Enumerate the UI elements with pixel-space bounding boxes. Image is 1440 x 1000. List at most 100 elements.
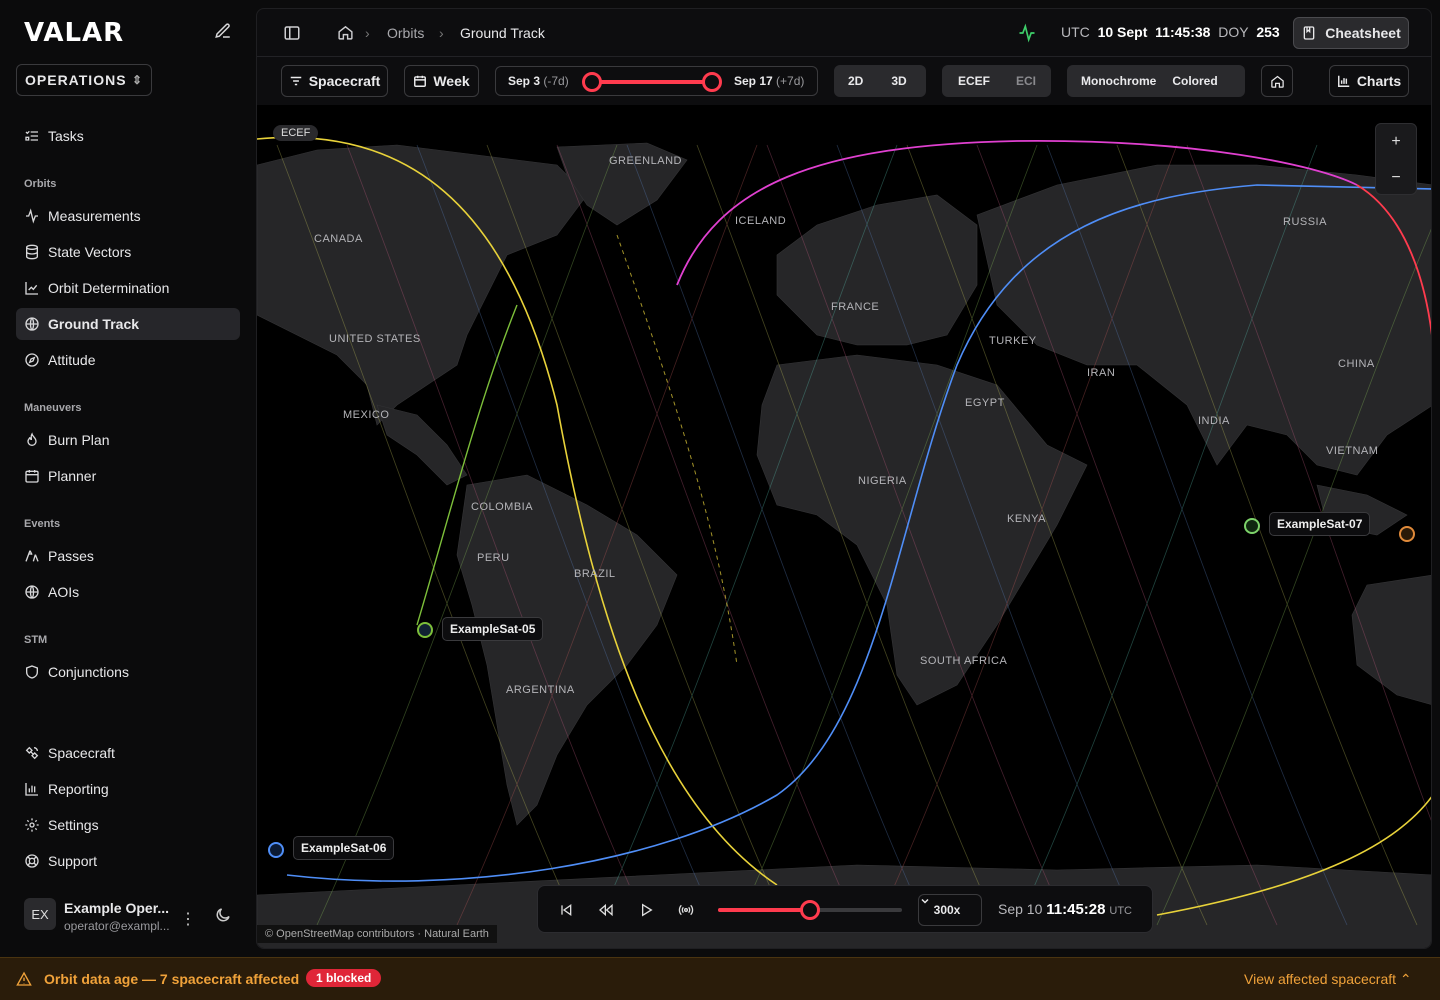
sidebar-item-orbit-determination[interactable]: Orbit Determination <box>16 272 240 304</box>
utc-clock: UTC 10 Sept 11:45:38 DOY 253 <box>1061 24 1280 40</box>
country-label: UNITED STATES <box>329 333 421 345</box>
view-affected-link[interactable]: View affected spacecraft ⌃ <box>1244 971 1412 988</box>
satellite-label[interactable]: ExampleSat-07 <box>1269 512 1371 536</box>
moon-icon[interactable] <box>214 906 234 926</box>
flame-icon <box>24 432 40 448</box>
sidebar-item-conjunctions[interactable]: Conjunctions <box>16 656 240 688</box>
playback-clock: 11:45:28 <box>1046 901 1106 918</box>
country-label: PERU <box>477 552 510 564</box>
playback-controls: 300x Sep 10 11:45:28 UTC <box>537 885 1153 933</box>
range-start-offset: (-7d) <box>543 74 569 88</box>
bar-chart-icon <box>24 781 40 797</box>
range-end-date: Sep 17 <box>734 74 773 88</box>
sidebar-item-reporting[interactable]: Reporting <box>16 773 240 805</box>
home-icon[interactable] <box>337 24 354 46</box>
view-affected-label: View affected spacecraft <box>1244 971 1397 987</box>
cheatsheet-button[interactable]: Cheatsheet <box>1293 17 1409 49</box>
sidebar-item-planner[interactable]: Planner <box>16 460 240 492</box>
compose-icon[interactable] <box>214 22 234 42</box>
workspace-select[interactable]: OPERATIONS ⇕ <box>16 64 152 96</box>
sidebar-item-spacecraft[interactable]: Spacecraft <box>16 737 240 769</box>
speed-select[interactable]: 300x <box>918 894 982 926</box>
country-label: MEXICO <box>343 409 390 421</box>
range-start: Sep 3 (-7d) <box>508 74 569 88</box>
playback-slider[interactable] <box>718 900 902 920</box>
alert-message: Orbit data age — 7 spacecraft affected <box>44 971 300 987</box>
sidebar-item-label: Passes <box>48 548 94 564</box>
sidebar-item-attitude[interactable]: Attitude <box>16 344 240 376</box>
sidebar-item-measurements[interactable]: Measurements <box>16 200 240 232</box>
country-label: CHINA <box>1338 358 1375 370</box>
sidebar-item-ground-track[interactable]: Ground Track <box>16 308 240 340</box>
country-label: NIGERIA <box>858 475 907 487</box>
date-range-slider[interactable]: Sep 3 (-7d) Sep 17 (+7d) <box>495 66 818 96</box>
tasks-icon <box>24 128 40 144</box>
range-start-handle[interactable] <box>582 72 602 92</box>
frame-eci-option[interactable]: ECI <box>1006 74 1046 88</box>
zoom-in-button[interactable]: + <box>1376 124 1416 160</box>
view-2d-option[interactable]: 2D <box>834 74 877 88</box>
satellite-label[interactable]: ExampleSat-06 <box>293 836 395 860</box>
home-view-button[interactable] <box>1261 65 1293 97</box>
sidebar-toggle-icon[interactable] <box>283 24 301 47</box>
section-stm: STM <box>24 634 48 646</box>
satellite-label[interactable]: ExampleSat-05 <box>442 617 544 641</box>
sidebar-item-label: Measurements <box>48 208 141 224</box>
sidebar-item-burn-plan[interactable]: Burn Plan <box>16 424 240 456</box>
breadcrumb-orbits[interactable]: Orbits <box>387 25 424 41</box>
country-label: CANADA <box>314 233 363 245</box>
sidebar-item-settings[interactable]: Settings <box>16 809 240 841</box>
line-chart-icon <box>24 280 40 296</box>
week-button[interactable]: Week <box>404 65 479 97</box>
country-label: BRAZIL <box>574 568 616 580</box>
sidebar-item-passes[interactable]: Passes <box>16 540 240 572</box>
sidebar-item-tasks[interactable]: Tasks <box>16 120 240 152</box>
colored-option[interactable]: Colored <box>1170 74 1219 88</box>
satellite-marker[interactable] <box>1399 526 1415 542</box>
sidebar-item-label: Support <box>48 853 98 869</box>
satellite-marker[interactable] <box>268 842 284 858</box>
sidebar-item-support[interactable]: Support <box>16 845 240 877</box>
sidebar-item-label: Tasks <box>48 128 84 144</box>
activity-icon <box>24 208 40 224</box>
section-maneuvers: Maneuvers <box>24 402 82 414</box>
sidebar-item-label: Conjunctions <box>48 664 129 680</box>
doy-label: DOY <box>1218 24 1249 40</box>
monochrome-option[interactable]: Monochrome <box>1067 74 1170 88</box>
sidebar-item-label: Settings <box>48 817 99 833</box>
more-vertical-icon[interactable]: ⋮ <box>180 909 196 929</box>
satellite-marker[interactable] <box>1244 518 1260 534</box>
playback-handle[interactable] <box>800 900 820 920</box>
country-label: INDIA <box>1198 415 1230 427</box>
frame-toggle: ECEF ECI <box>942 65 1051 97</box>
speed-value: 300x <box>933 903 961 917</box>
zoom-out-button[interactable]: − <box>1376 160 1416 196</box>
view-mode-toggle: 2D 3D <box>834 65 926 97</box>
playback-progress <box>718 908 810 912</box>
charts-button[interactable]: Charts <box>1329 65 1409 97</box>
user-profile[interactable]: EX Example Oper... operator@exampl... <box>24 898 170 933</box>
chevron-right-icon: › <box>365 25 370 41</box>
view-3d-option[interactable]: 3D <box>877 74 920 88</box>
satellite-marker[interactable] <box>417 622 433 638</box>
sidebar-item-label: State Vectors <box>48 244 132 260</box>
country-label: GREENLAND <box>609 155 682 167</box>
sidebar-item-state-vectors[interactable]: State Vectors <box>16 236 240 268</box>
range-end: Sep 17 (+7d) <box>734 74 804 88</box>
workspace-label: OPERATIONS <box>25 72 127 88</box>
country-label: VIETNAM <box>1326 445 1379 457</box>
filter-icon <box>289 74 303 88</box>
range-end-handle[interactable] <box>702 72 722 92</box>
playback-tz: UTC <box>1109 905 1132 917</box>
blocked-badge: 1 blocked <box>306 969 382 987</box>
continents <box>257 142 1431 948</box>
utc-label: UTC <box>1061 24 1090 40</box>
week-label: Week <box>433 73 470 89</box>
spacecraft-filter-button[interactable]: Spacecraft <box>281 65 388 97</box>
ground-track-map[interactable]: ECEF + − GREENLAND ICELAND CANADA RUSSIA… <box>257 105 1431 948</box>
frame-ecef-option[interactable]: ECEF <box>942 74 1006 88</box>
country-label: RUSSIA <box>1283 216 1327 228</box>
sidebar-item-aois[interactable]: AOIs <box>16 576 240 608</box>
country-label: TURKEY <box>989 335 1037 347</box>
sidebar-item-label: Orbit Determination <box>48 280 170 296</box>
